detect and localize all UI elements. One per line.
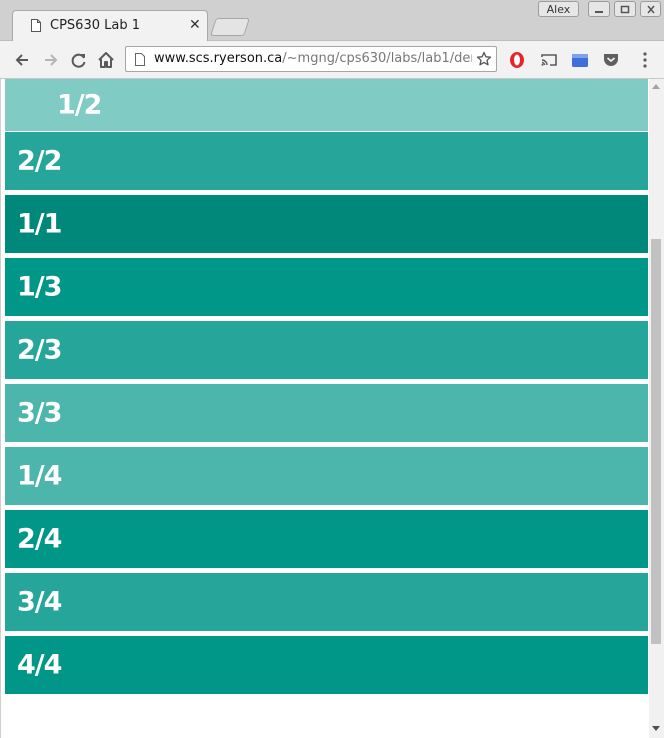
row-2-4: 2/4 (5, 510, 648, 568)
row-label: 2/3 (17, 334, 62, 366)
window-close-icon (647, 5, 655, 14)
row-1-4: 1/4 (5, 447, 648, 505)
row-1-2: 1/2 (5, 79, 648, 131)
document-icon (31, 19, 41, 32)
tab-title: CPS630 Lab 1 (50, 18, 140, 33)
scroll-down-arrow-icon[interactable] (652, 726, 660, 732)
cast-icon[interactable] (539, 50, 559, 70)
reload-icon[interactable] (69, 50, 89, 70)
opera-icon[interactable] (507, 50, 527, 70)
close-icon[interactable]: ✕ (189, 18, 201, 32)
scrollbar-thumb[interactable] (651, 239, 661, 644)
maximize-icon (620, 5, 630, 14)
row-label: 1/2 (57, 89, 102, 121)
row-label: 1/1 (17, 208, 62, 240)
home-icon[interactable] (96, 50, 116, 70)
profile-button[interactable]: Alex (538, 1, 579, 17)
minimize-icon (595, 11, 603, 13)
row-2-2: 2/2 (5, 132, 648, 190)
row-2-3: 2/3 (5, 321, 648, 379)
vertical-scrollbar[interactable] (649, 79, 664, 738)
extension-icon[interactable] (570, 50, 590, 70)
scroll-up-arrow-icon[interactable] (652, 83, 660, 89)
maximize-button[interactable] (614, 1, 636, 17)
row-label: 1/4 (17, 460, 62, 492)
window-close-button[interactable] (640, 1, 661, 17)
page-viewport: 1/2 2/2 1/1 1/3 2/3 3/3 1/4 2/4 3/4 4/4 (0, 79, 664, 738)
forward-arrow-icon[interactable] (41, 50, 61, 70)
page-info-icon[interactable] (135, 53, 145, 66)
row-label: 3/3 (17, 397, 62, 429)
url-path: /~mgng/cps630/labs/lab1/demo (282, 51, 472, 66)
menu-dots-icon[interactable] (635, 50, 655, 70)
row-4-4: 4/4 (5, 636, 648, 694)
url-host: www.scs.ryerson.ca (154, 51, 283, 66)
star-icon[interactable] (476, 51, 492, 67)
row-label: 1/3 (17, 271, 62, 303)
row-3-3: 3/3 (5, 384, 648, 442)
row-label: 4/4 (17, 649, 62, 681)
pocket-icon[interactable] (601, 50, 621, 70)
back-arrow-icon[interactable] (12, 50, 32, 70)
minimize-button[interactable] (588, 1, 610, 17)
address-bar[interactable]: www.scs.ryerson.ca/~mgng/cps630/labs/lab… (125, 46, 497, 72)
row-1-1: 1/1 (5, 195, 648, 253)
row-label: 2/4 (17, 523, 62, 555)
browser-toolbar: www.scs.ryerson.ca/~mgng/cps630/labs/lab… (0, 41, 664, 79)
row-1-3: 1/3 (5, 258, 648, 316)
new-tab-button[interactable] (210, 18, 250, 36)
row-3-4: 3/4 (5, 573, 648, 631)
row-label: 3/4 (17, 586, 62, 618)
title-bar: CPS630 Lab 1 ✕ Alex (0, 0, 664, 41)
row-label: 2/2 (17, 145, 62, 177)
url-text[interactable]: www.scs.ryerson.ca/~mgng/cps630/labs/lab… (154, 51, 472, 66)
browser-tab[interactable]: CPS630 Lab 1 ✕ (12, 10, 208, 41)
